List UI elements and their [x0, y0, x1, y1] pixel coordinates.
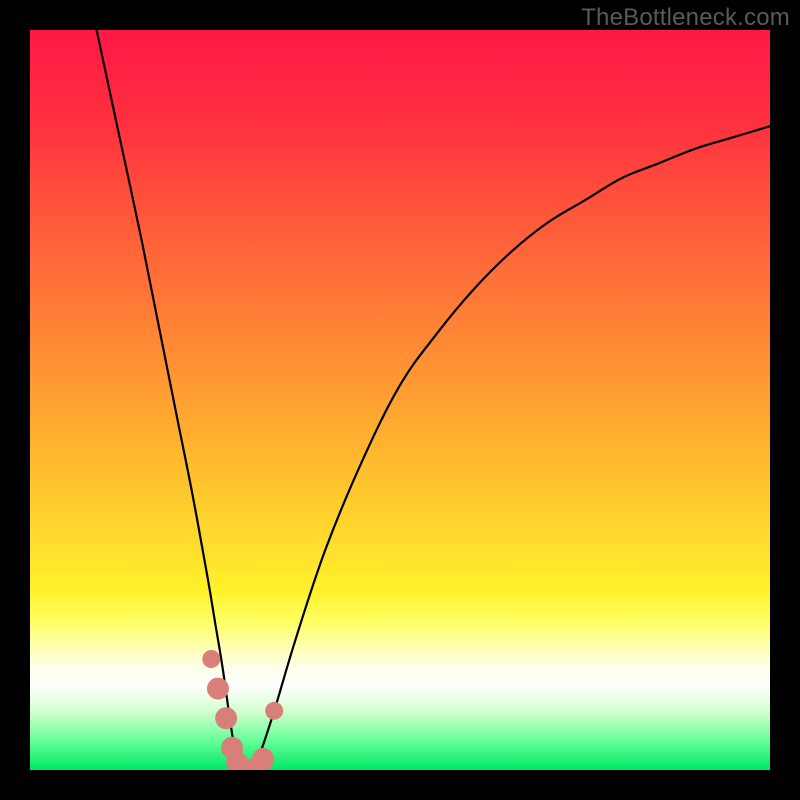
marker-group: [202, 650, 283, 770]
bottleneck-curve: [97, 30, 770, 770]
watermark-text: TheBottleneck.com: [581, 4, 790, 32]
plot-area: [30, 30, 770, 770]
marker-point: [215, 707, 237, 729]
marker-point: [207, 678, 229, 700]
curve-layer: [30, 30, 770, 770]
marker-point: [265, 702, 283, 720]
chart-frame: TheBottleneck.com: [0, 0, 800, 800]
marker-point: [252, 748, 274, 770]
marker-point: [202, 650, 220, 668]
